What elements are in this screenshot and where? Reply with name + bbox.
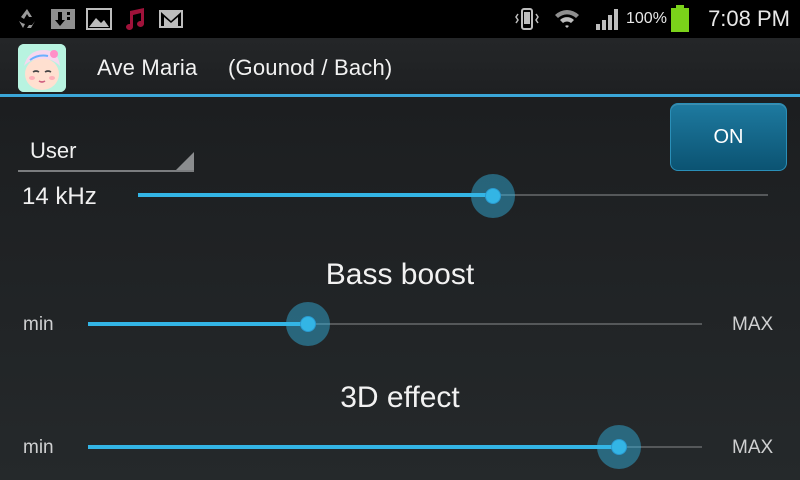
status-bar: 100% 7:08 PM	[0, 0, 800, 38]
download-icon	[51, 9, 75, 29]
app-logo	[18, 44, 66, 92]
3d-effect-min-label: min	[23, 437, 54, 458]
preset-dropdown[interactable]: User	[18, 130, 194, 172]
bass-boost-fill	[88, 322, 309, 326]
bass-boost-max-label: MAX	[732, 314, 774, 335]
song-artist: (Gounod / Bach)	[228, 55, 393, 80]
band-frequency-label: 14 kHz	[22, 183, 97, 210]
dropdown-arrow-icon	[176, 152, 194, 170]
band-slider-fill	[138, 193, 494, 197]
song-title: Ave Maria	[97, 55, 198, 80]
3d-effect-fill	[88, 445, 620, 449]
3d-effect-thumb[interactable]	[597, 425, 642, 469]
clock: 7:08 PM	[708, 6, 790, 31]
wifi-icon	[555, 10, 579, 28]
signal-icon	[596, 9, 618, 30]
band-slider-thumb[interactable]	[471, 174, 516, 218]
bass-boost-heading: Bass boost	[325, 258, 475, 291]
bass-boost-min-label: min	[23, 314, 54, 335]
battery-icon	[671, 5, 689, 32]
gmail-icon	[159, 10, 183, 28]
vibrate-icon	[515, 8, 539, 30]
baby-face-icon[interactable]	[18, 44, 66, 92]
3d-effect-max-label: MAX	[732, 437, 774, 458]
gallery-icon	[86, 8, 112, 30]
recycle-icon	[19, 9, 35, 28]
battery-percent: 100%	[626, 10, 667, 27]
3d-effect-heading: 3D effect	[340, 381, 460, 414]
music-icon	[126, 8, 144, 30]
equalizer-toggle-button[interactable]: ON	[670, 103, 787, 171]
preset-value: User	[30, 138, 77, 163]
